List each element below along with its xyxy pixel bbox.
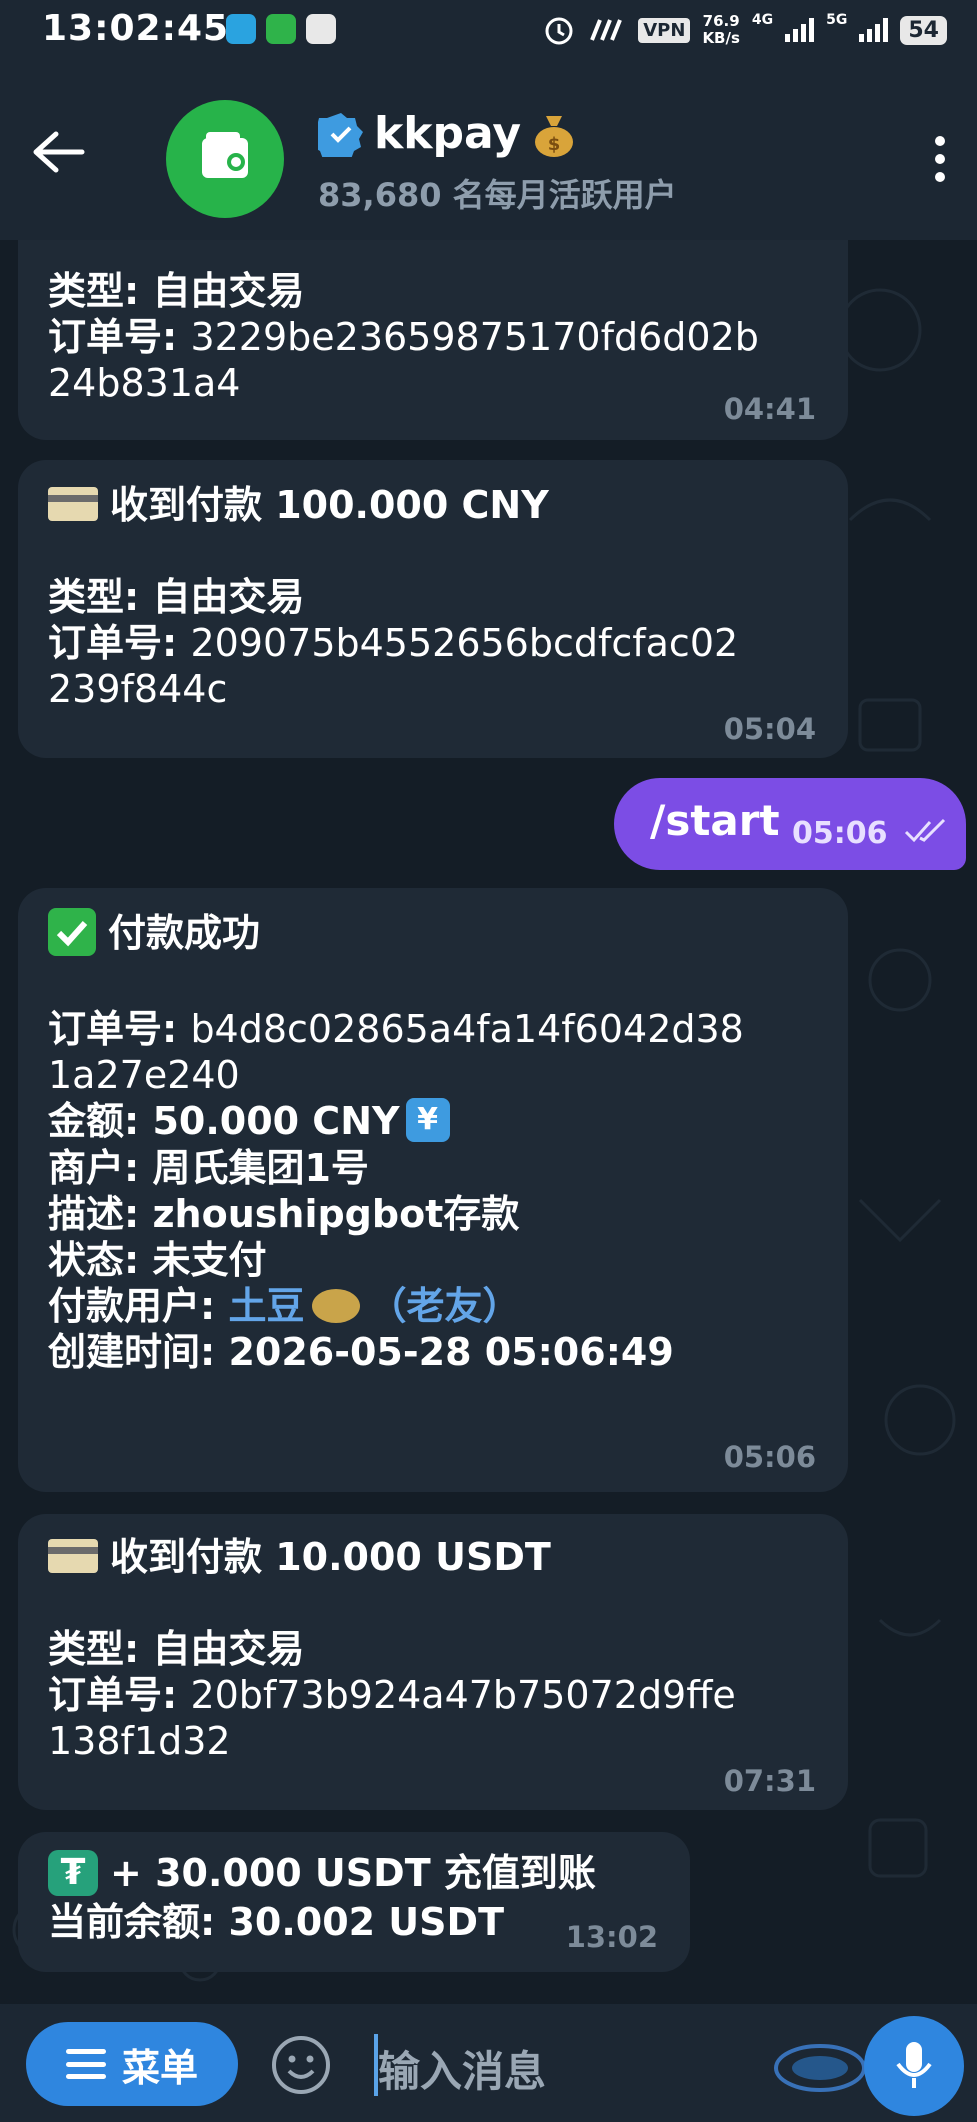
- message-line: 239f844c: [48, 667, 228, 711]
- status-time: 13:02:45: [42, 8, 230, 49]
- message-line: 订单号: 20bf73b924a47b75072d9ffe: [48, 1673, 736, 1717]
- check-mark-icon: [48, 907, 96, 956]
- more-options-icon[interactable]: [935, 136, 947, 186]
- chat-header: kkpay $ 83,680 名每月活跃用户: [0, 62, 977, 240]
- message-line: 创建时间: 2026-05-28 05:06:49: [48, 1330, 674, 1374]
- message-input[interactable]: 输入消息: [378, 2038, 546, 2099]
- message-line: 订单号: b4d8c02865a4fa14f6042d38: [48, 1006, 744, 1051]
- tether-icon: ₮: [48, 1849, 98, 1896]
- message-bubble: 收到付款 10.000 USDT 类型: 自由交易 订单号: 20bf73b92…: [18, 1514, 848, 1810]
- telegram-icon: [226, 14, 256, 44]
- signal-icon-2: [859, 18, 889, 42]
- message-line: 商户: 周氏集团1号: [48, 1146, 369, 1190]
- message-bubble: 付款成功 订单号: b4d8c02865a4fa14f6042d38 1a27e…: [18, 888, 848, 1492]
- message-time: 13:02: [565, 1920, 658, 1954]
- emoji-icon[interactable]: [270, 2034, 332, 2096]
- user-tag[interactable]: （老友）: [368, 1284, 520, 1328]
- message-line: 付款用户: 土豆 （老友）: [48, 1284, 521, 1328]
- credit-card-icon: [48, 486, 98, 521]
- status-indicators: VPN 76.9 KB/s 4G 5G 54: [542, 10, 947, 50]
- app-icon: [306, 14, 336, 44]
- svg-text:$: $: [548, 134, 561, 155]
- message-line: 描述: zhoushipgbot存款: [48, 1192, 520, 1236]
- bot-avatar[interactable]: [166, 100, 284, 218]
- message-bubble: 类型: 自由交易 订单号: 3229be23659875170fd6d02b 2…: [18, 240, 848, 440]
- voice-record-button[interactable]: [864, 2016, 964, 2116]
- message-line: 1a27e240: [48, 1052, 240, 1097]
- vpn-badge: VPN: [638, 17, 691, 43]
- message-input-bar: 菜单 输入消息: [0, 2004, 977, 2122]
- microphone-icon: [896, 2042, 932, 2088]
- message-time: 05:06: [792, 816, 888, 851]
- notification-icons: [226, 14, 336, 44]
- message-line: 24b831a4: [48, 361, 241, 405]
- message-header: ₮ + 30.000 USDT 充值到账: [48, 1849, 660, 1899]
- message-bubble: ₮ + 30.000 USDT 充值到账 当前余额: 30.002 USDT 13…: [18, 1832, 690, 1972]
- read-ticks-icon: [904, 818, 946, 843]
- back-arrow-icon[interactable]: [32, 130, 86, 174]
- message-time: 05:06: [723, 1440, 816, 1474]
- money-bag-icon: $: [535, 115, 574, 157]
- user-link[interactable]: 土豆: [228, 1284, 304, 1328]
- chat-subtitle: 83,680 名每月活跃用户: [318, 176, 677, 214]
- chat-title[interactable]: kkpay $: [318, 108, 577, 159]
- potato-icon: [312, 1288, 361, 1323]
- status-bar: 13:02:45 VPN 76.9 KB/s 4G 5G 54: [0, 0, 977, 62]
- message-line: 138f1d32: [48, 1719, 231, 1763]
- signal-icon-1: [785, 18, 815, 42]
- verified-badge-icon: [318, 112, 363, 157]
- bot-menu-label: 菜单: [121, 2045, 198, 2090]
- network-type-2: 5G: [826, 12, 848, 28]
- credit-card-icon: [48, 1538, 98, 1573]
- outgoing-message-bubble: /start 05:06: [614, 778, 966, 870]
- chat-title-text: kkpay: [374, 108, 522, 159]
- message-time: 05:04: [723, 712, 816, 746]
- wechat-icon: [266, 14, 296, 44]
- message-time: 04:41: [723, 392, 816, 426]
- yen-icon: ¥: [405, 1098, 450, 1142]
- hd-icon: [590, 19, 623, 41]
- message-line: 类型: 自由交易: [48, 269, 305, 313]
- message-header: 收到付款 100.000 CNY: [48, 482, 818, 528]
- message-line: 订单号: 209075b4552656bcdfcfac02: [48, 621, 739, 665]
- message-header: 收到付款 10.000 USDT: [48, 1534, 818, 1580]
- message-line: 类型: 自由交易: [48, 1627, 305, 1671]
- outgoing-message-text: /start: [650, 796, 780, 845]
- bot-menu-button[interactable]: 菜单: [26, 2022, 238, 2106]
- message-line: 状态: 未支付: [48, 1238, 267, 1282]
- wallet-icon: [202, 132, 248, 178]
- network-type-1: 4G: [751, 12, 774, 28]
- network-speed: 76.9 KB/s: [702, 12, 740, 47]
- menu-icon: [65, 2049, 106, 2079]
- message-header: 付款成功: [48, 907, 818, 960]
- message-line: 金额: 50.000 CNY ¥: [48, 1098, 818, 1146]
- message-line: 类型: 自由交易: [48, 575, 305, 619]
- battery-indicator: 54: [900, 15, 947, 45]
- message-time: 07:31: [723, 1764, 816, 1798]
- message-bubble: 收到付款 100.000 CNY 类型: 自由交易 订单号: 209075b45…: [18, 460, 848, 758]
- alarm-icon: [545, 17, 573, 45]
- message-line: 订单号: 3229be23659875170fd6d02b: [48, 315, 759, 359]
